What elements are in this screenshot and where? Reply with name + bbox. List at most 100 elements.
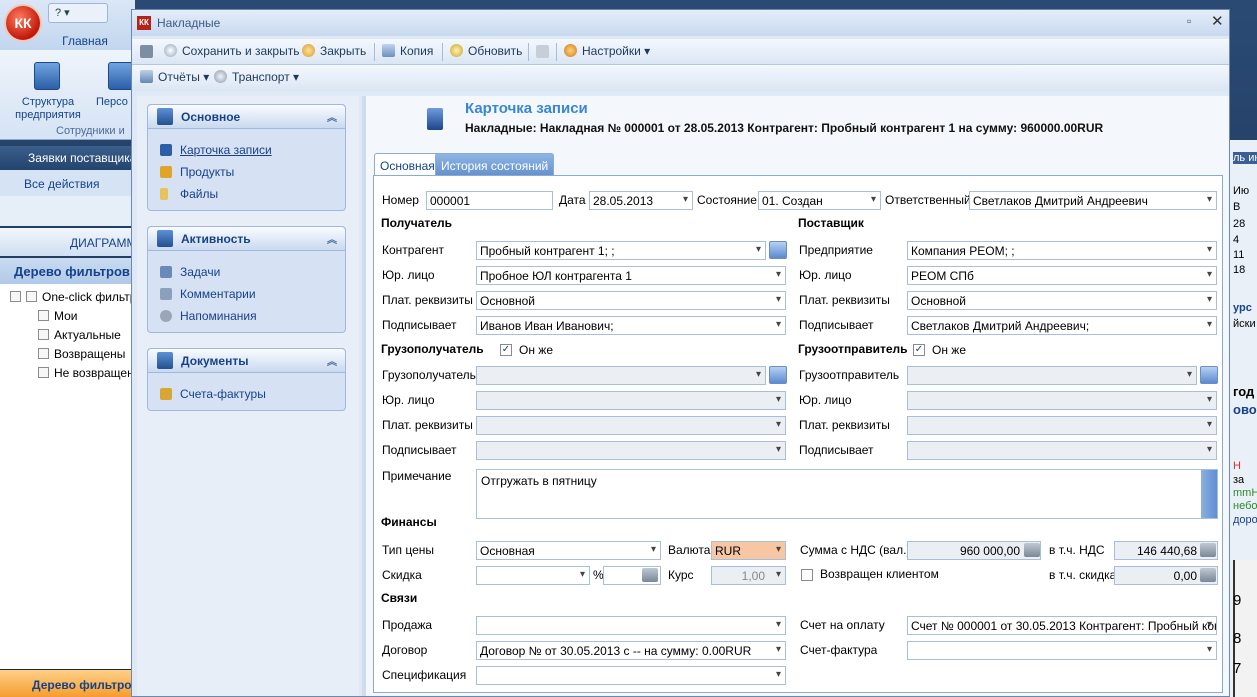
consignee-bank-select[interactable] <box>476 416 786 435</box>
shipper-signer-select[interactable] <box>907 441 1217 460</box>
shipper-select[interactable] <box>907 366 1197 385</box>
consignee-card-icon[interactable] <box>769 366 787 384</box>
note-scrollbar[interactable] <box>1201 470 1217 518</box>
calculator-icon[interactable] <box>1200 543 1216 557</box>
nav-link-files[interactable]: Файлы <box>160 187 218 201</box>
nav-link-products[interactable]: Продукты <box>160 165 234 179</box>
supplier-legal-select[interactable]: РЕОМ СПб <box>907 266 1217 285</box>
price-type-select[interactable]: Основная <box>476 541 661 560</box>
window-titlebar[interactable] <box>132 10 1229 36</box>
ribbon-org-structure-label[interactable]: Структура предприятия <box>8 96 88 122</box>
calculator-icon[interactable] <box>642 568 658 582</box>
nav-link-card[interactable]: Карточка записи <box>160 143 272 157</box>
note-textarea[interactable]: Отгружать в пятницу <box>476 469 1218 519</box>
sum-field[interactable]: 960 000,00 <box>907 541 1041 560</box>
all-actions-dropdown[interactable]: Все действия <box>0 170 135 196</box>
checkbox[interactable] <box>26 291 37 302</box>
nav-group-header[interactable]: Основное ︽ <box>148 105 345 129</box>
shipper-card-icon[interactable] <box>1200 366 1218 384</box>
refresh-button[interactable]: Обновить <box>450 44 522 58</box>
responsible-select[interactable]: Светлаков Дмитрий Андреевич <box>969 191 1217 210</box>
copy-button[interactable]: Копия <box>382 44 433 58</box>
save-icon[interactable] <box>140 45 153 58</box>
tree-item[interactable]: Мои <box>38 309 78 323</box>
checkbox[interactable] <box>38 367 49 378</box>
consignee-same-checkbox[interactable]: ✓ <box>500 344 512 356</box>
collapse-icon[interactable]: ︽ <box>327 109 337 124</box>
bank-label: Плат. реквизиты <box>799 293 890 307</box>
consignee-legal-select[interactable] <box>476 391 786 410</box>
company-select[interactable]: Компания РЕОМ; ; <box>907 241 1217 260</box>
nav-group-header[interactable]: Активность ︽ <box>148 227 345 251</box>
recipient-bank-select[interactable]: Основной <box>476 291 786 310</box>
contractor-card-icon[interactable] <box>769 241 787 259</box>
org-structure-icon[interactable] <box>34 62 60 90</box>
tree-item[interactable]: One-click фильтр <box>10 290 136 304</box>
tree-item[interactable]: Актуальные <box>38 328 121 342</box>
panel-header[interactable]: Заявки поставщика <box>0 146 135 170</box>
checkbox[interactable] <box>38 329 49 340</box>
state-select[interactable]: 01. Создан <box>758 191 881 210</box>
consignee-signer-select[interactable] <box>476 441 786 460</box>
separator <box>374 43 375 61</box>
nav-group-header[interactable]: Документы ︽ <box>148 349 345 373</box>
returned-label: Возвращен клиентом <box>820 567 939 581</box>
recipient-legal-select[interactable]: Пробное ЮЛ контрагента 1 <box>476 266 786 285</box>
supplier-signer-select[interactable]: Светлаков Дмитрий Андреевич; <box>907 316 1217 335</box>
bottom-filter-tab[interactable]: Дерево фильтров <box>0 670 139 697</box>
rate-label: Курс <box>668 568 694 582</box>
app-logo[interactable]: КК <box>4 4 42 42</box>
calculator-icon[interactable] <box>1200 568 1216 582</box>
close-icon[interactable]: ✕ <box>1211 12 1224 30</box>
factura-select[interactable] <box>907 641 1217 660</box>
close-button[interactable]: Закрыть <box>302 44 366 58</box>
reports-dropdown[interactable]: Отчёты ▾ <box>140 70 209 84</box>
number-field[interactable]: 000001 <box>426 191 553 210</box>
invoice-select[interactable]: Счет № 000001 от 30.05.2013 Контрагент: … <box>907 616 1217 635</box>
tree-item[interactable]: Возвращены <box>38 347 125 361</box>
nav-link-tasks[interactable]: Задачи <box>160 265 220 279</box>
shipper-legal-select[interactable] <box>907 391 1217 410</box>
spec-select[interactable] <box>476 666 786 685</box>
contract-select[interactable]: Договор № от 30.05.2013 с -- на сумму: 0… <box>476 641 786 660</box>
nav-link-invoices[interactable]: Счета-фактуры <box>160 387 266 401</box>
upload-icon[interactable] <box>536 45 549 58</box>
returned-checkbox[interactable] <box>801 569 813 581</box>
discount-select[interactable] <box>476 566 590 585</box>
supplier-bank-select[interactable]: Основной <box>907 291 1217 310</box>
contract-label: Договор <box>382 643 428 657</box>
tab-main[interactable]: Основная <box>374 153 441 175</box>
checkbox[interactable] <box>10 291 21 302</box>
ribbon-personnel-label[interactable]: Персо <box>96 96 136 108</box>
number-label: Номер <box>382 193 419 207</box>
collapse-icon[interactable]: ︽ <box>327 231 337 246</box>
shipper-bank-select[interactable] <box>907 416 1217 435</box>
calculator-icon[interactable] <box>1024 543 1040 557</box>
nav-link-comments[interactable]: Комментарии <box>160 287 256 301</box>
incl-discount-label: в т.ч. скидка <box>1049 568 1117 582</box>
transport-dropdown[interactable]: Транспорт ▾ <box>214 70 299 84</box>
shipper-same-checkbox[interactable]: ✓ <box>913 344 925 356</box>
diagram-button[interactable]: ДИАГРАММ <box>0 228 135 256</box>
rate-field[interactable]: 1,00 <box>711 566 786 585</box>
currency-select[interactable]: RUR <box>711 541 786 560</box>
ribbon-tab-main[interactable]: Главная <box>40 34 130 48</box>
contractor-select[interactable]: Пробный контрагент 1; ; <box>476 241 766 260</box>
sale-select[interactable] <box>476 616 786 635</box>
date-field[interactable]: 28.05.2013 <box>589 191 693 210</box>
help-icon[interactable]: ? ▾ <box>48 3 108 23</box>
contractor-label: Контрагент <box>382 243 445 257</box>
maximize-icon[interactable]: ▫ <box>1187 14 1191 28</box>
settings-dropdown[interactable]: Настройки ▾ <box>564 44 650 58</box>
filter-tree-title: Дерево фильтров <box>0 258 135 284</box>
nav-link-reminders[interactable]: Напоминания <box>160 309 257 323</box>
consignee-select[interactable] <box>476 366 766 385</box>
recipient-signer-select[interactable]: Иванов Иван Иванович; <box>476 316 786 335</box>
checkbox[interactable] <box>38 310 49 321</box>
tree-item[interactable]: Не возвращен <box>38 366 134 380</box>
collapse-icon[interactable]: ︽ <box>327 353 337 368</box>
save-close-button[interactable]: Сохранить и закрыть <box>164 44 299 58</box>
checkbox[interactable] <box>38 348 49 359</box>
tab-history[interactable]: История состояний <box>435 153 555 175</box>
invoice-label: Счет на оплату <box>800 618 885 632</box>
